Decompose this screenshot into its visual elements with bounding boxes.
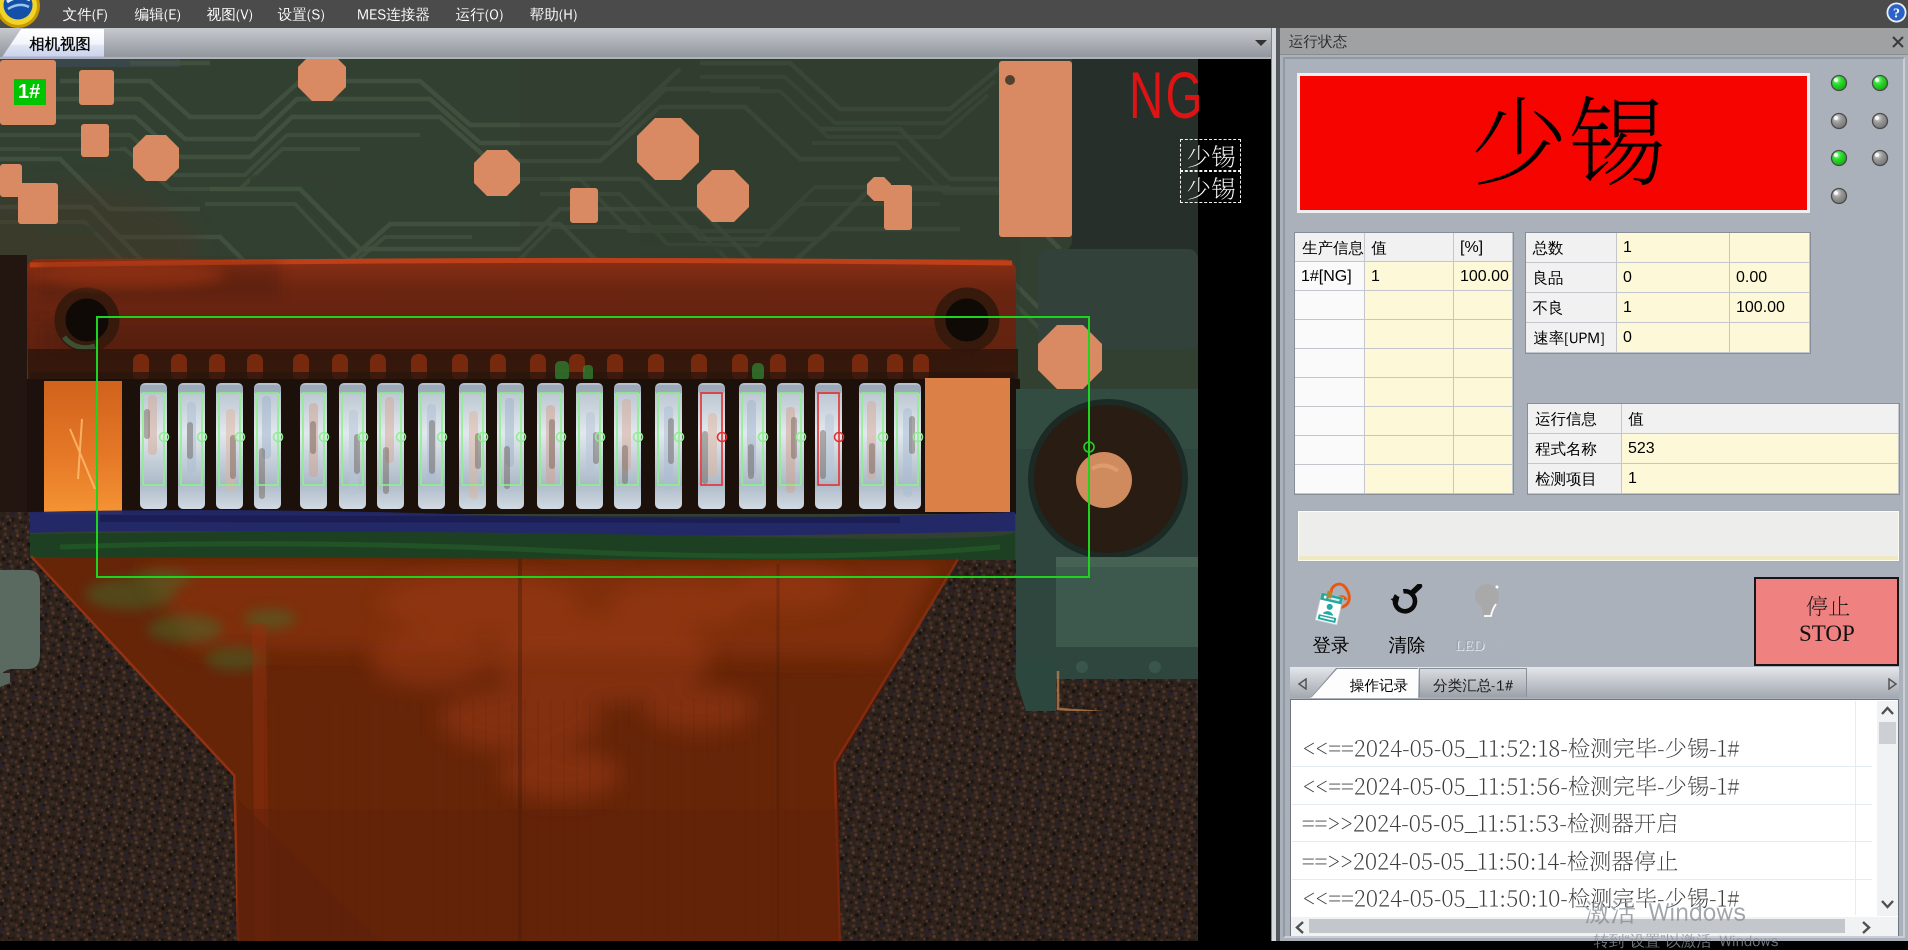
svg-text:?: ? xyxy=(1893,7,1900,22)
